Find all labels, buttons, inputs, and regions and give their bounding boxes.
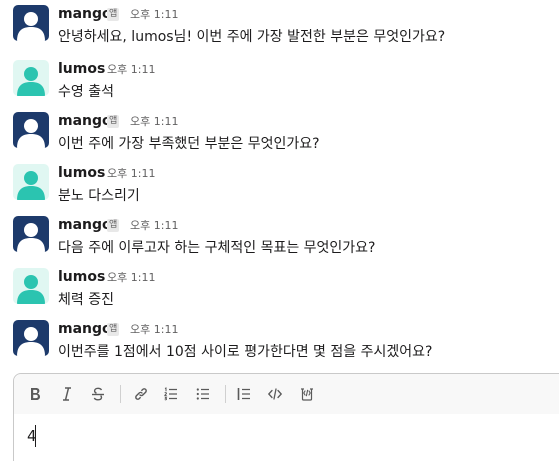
message-timestamp[interactable]: 오후 1:11 [130,7,178,22]
ordered-list-icon [164,387,177,401]
code-icon [267,388,283,400]
app-badge: 앱 [107,323,120,336]
ordered-list-button[interactable] [160,383,182,405]
sender-name[interactable]: mango [58,112,112,130]
avatar[interactable] [13,268,49,304]
bulleted-list-icon [196,388,209,400]
formatting-toolbar [14,374,559,414]
italic-icon [63,387,71,401]
message-item: mango 앱 오후 1:11 안녕하세요, lumos님! 이번 주에 가장 … [0,0,559,52]
user-avatar-icon [13,320,49,356]
message-timestamp[interactable]: 오후 1:11 [130,114,178,129]
message-list: mango 앱 오후 1:11 안녕하세요, lumos님! 이번 주에 가장 … [0,0,559,461]
message-text: 안녕하세요, lumos님! 이번 주에 가장 발전한 부분은 무엇인가요? [58,29,446,45]
blockquote-button[interactable] [233,383,255,405]
link-button[interactable] [130,383,152,405]
message-text: 다음 주에 이루고자 하는 구체적인 목표는 무엇인가요? [58,240,376,256]
code-block-button[interactable] [296,383,318,405]
user-avatar-icon [13,60,49,96]
sender-name[interactable]: lumos [58,60,105,78]
sender-name[interactable]: mango [58,320,112,338]
avatar[interactable] [13,5,49,41]
avatar[interactable] [13,216,49,252]
bold-button[interactable] [24,383,46,405]
message-timestamp[interactable]: 오후 1:11 [107,270,155,285]
message-text: 분노 다스리기 [58,188,140,204]
user-avatar-icon [13,164,49,200]
avatar[interactable] [13,320,49,356]
bulleted-list-button[interactable] [192,383,214,405]
strikethrough-icon [92,387,104,401]
app-badge: 앱 [107,219,120,232]
code-button[interactable] [264,383,286,405]
message-timestamp[interactable]: 오후 1:11 [130,218,178,233]
message-text: 이번주를 1점에서 10점 사이로 평가한다면 몇 점을 주시겠어요? [58,344,433,360]
message-timestamp[interactable]: 오후 1:11 [107,62,155,77]
message-text: 이번 주에 가장 부족했던 부분은 무엇인가요? [58,136,320,152]
blockquote-icon [237,388,250,400]
user-avatar-icon [13,112,49,148]
user-avatar-icon [13,216,49,252]
avatar[interactable] [13,164,49,200]
message-timestamp[interactable]: 오후 1:11 [107,166,155,181]
message-item: lumos 오후 1:11 체력 증진 [0,263,559,315]
message-item: mango 앱 오후 1:11 이번주를 1점에서 10점 사이로 평가한다면 … [0,315,559,367]
italic-button[interactable] [56,383,78,405]
app-badge: 앱 [107,8,120,21]
message-item: lumos 오후 1:11 분노 다스리기 [0,159,559,211]
sender-name[interactable]: mango [58,216,112,234]
message-item: mango 앱 오후 1:11 다음 주에 이루고자 하는 구체적인 목표는 무… [0,211,559,263]
user-avatar-icon [13,5,49,41]
code-block-icon [301,388,313,401]
message-text: 수영 출석 [58,84,114,100]
app-badge: 앱 [107,115,120,128]
message-item: mango 앱 오후 1:11 이번 주에 가장 부족했던 부분은 무엇인가요? [0,107,559,159]
message-composer[interactable]: 4 [13,373,559,461]
toolbar-divider [225,385,226,403]
bold-icon [31,388,40,400]
message-item: lumos 오후 1:11 수영 출석 [0,55,559,107]
avatar[interactable] [13,60,49,96]
sender-name[interactable]: lumos [58,164,105,182]
message-timestamp[interactable]: 오후 1:11 [130,322,178,337]
strikethrough-button[interactable] [87,383,109,405]
text-caret [35,425,36,447]
link-icon [135,388,147,400]
sender-name[interactable]: mango [58,5,112,23]
avatar[interactable] [13,112,49,148]
message-text: 체력 증진 [58,292,114,308]
user-avatar-icon [13,268,49,304]
toolbar-divider [120,385,121,403]
sender-name[interactable]: lumos [58,268,105,286]
